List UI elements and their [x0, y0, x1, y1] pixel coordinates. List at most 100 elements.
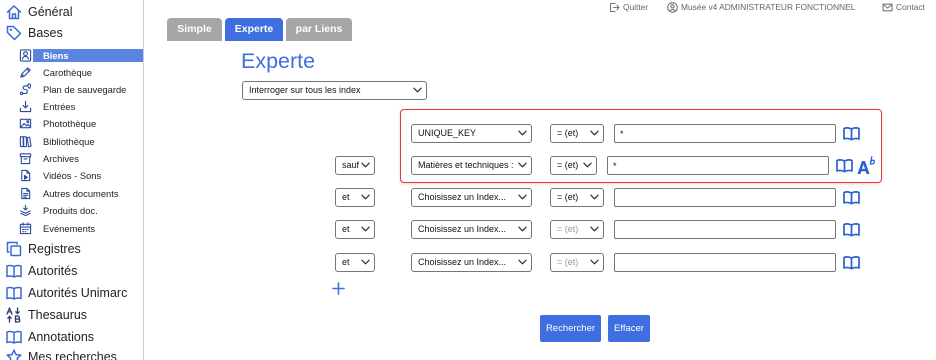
value-input[interactable]: [614, 188, 836, 207]
star-icon: [6, 349, 22, 360]
index-select-value: Choisissez un Index...: [418, 257, 507, 267]
operator-select[interactable]: = (et): [550, 124, 604, 143]
sidebar-item-annotations[interactable]: Annotations: [0, 327, 143, 347]
sidebar-item-registres[interactable]: Registres: [0, 239, 143, 259]
image-icon: [19, 118, 32, 129]
user-circle-icon: [667, 2, 678, 13]
sidebar-item-autres-documents[interactable]: Autres documents: [16, 186, 143, 201]
sidebar-item-phototheque[interactable]: Photothèque: [16, 116, 143, 131]
sidebar-item-label: Vidéos - Sons: [43, 170, 102, 181]
download-icon: [19, 100, 32, 113]
index-select[interactable]: Matières et techniques :: [411, 156, 532, 175]
value-input[interactable]: [614, 253, 836, 272]
criteria-row: et Choisissez un Index... = (et): [330, 220, 882, 239]
sidebar-item-label: Thesaurus: [28, 308, 88, 322]
logout-icon: [609, 2, 620, 13]
index-scope-value: Interroger sur tous les index: [249, 85, 361, 95]
sidebar-item-produits-doc[interactable]: Produits doc.: [16, 203, 143, 218]
book-icon[interactable]: [843, 190, 860, 205]
connector-select[interactable]: et: [335, 188, 375, 207]
sidebar-item-carotheque[interactable]: Carothèque: [16, 65, 143, 80]
chevron-down-icon: [361, 162, 370, 168]
index-select[interactable]: Choisissez un Index...: [411, 188, 532, 207]
sidebar-item-entrees[interactable]: Entrées: [16, 99, 143, 114]
search-button[interactable]: Rechercher: [540, 315, 601, 342]
book-icon[interactable]: [843, 222, 860, 237]
sidebar-item-biens[interactable]: Biens: [16, 48, 143, 63]
user-link[interactable]: Musée v4 ADMINISTRATEUR FONCTIONNEL: [667, 1, 867, 13]
text-format-icon[interactable]: [857, 156, 876, 175]
criteria-row: sauf Matières et techniques : = (et): [330, 156, 882, 175]
chevron-down-icon: [361, 226, 370, 232]
chevron-down-icon: [518, 194, 527, 200]
archive-box-icon: [19, 153, 32, 165]
mail-icon: [882, 3, 893, 12]
sidebar-item-autorites[interactable]: Autorités: [0, 261, 143, 281]
chevron-down-icon: [518, 162, 527, 168]
clear-button[interactable]: Effacer: [608, 315, 650, 342]
connector-select-value: sauf: [342, 160, 359, 170]
pen-tool-icon: [20, 67, 31, 78]
connector-select[interactable]: sauf: [335, 156, 375, 175]
operator-select-value: = (et): [557, 160, 579, 170]
sidebar-item-label: Produits doc.: [43, 205, 98, 216]
operator-select[interactable]: = (et): [550, 253, 604, 272]
copy-icon: [6, 241, 22, 257]
chevron-down-icon: [518, 130, 527, 136]
sidebar-item-general[interactable]: Général: [0, 2, 143, 22]
sidebar-item-label: Autres documents: [43, 188, 119, 199]
value-input[interactable]: [607, 156, 829, 175]
book-icon[interactable]: [843, 126, 860, 141]
sidebar-item-label: Registres: [28, 242, 81, 256]
operator-select-value: = (et): [557, 192, 579, 202]
connector-select-value: et: [342, 257, 350, 267]
sidebar-item-bibliotheque[interactable]: Bibliothèque: [16, 134, 143, 149]
sidebar-item-label: Général: [28, 5, 73, 19]
sidebar-item-bases[interactable]: Bases: [0, 23, 143, 43]
book-icon[interactable]: [836, 158, 853, 173]
chevron-down-icon: [518, 226, 527, 232]
connector-select[interactable]: et: [335, 220, 375, 239]
index-select-value: UNIQUE_KEY: [418, 128, 477, 138]
sidebar-item-label: Entrées: [43, 101, 76, 112]
chevron-down-icon: [590, 259, 599, 265]
sidebar-item-label: Archives: [43, 153, 79, 164]
index-scope-select[interactable]: Interroger sur tous les index: [242, 81, 427, 100]
book-icon: [6, 330, 22, 344]
sidebar-item-autorites-unimarc[interactable]: Autorités Unimarc: [0, 283, 143, 303]
chevron-down-icon: [361, 194, 370, 200]
quit-link[interactable]: Quitter: [609, 1, 654, 13]
contact-label: Contact: [896, 2, 925, 12]
tab-experte[interactable]: Experte: [225, 18, 283, 41]
user-label: Musée v4 ADMINISTRATEUR FONCTIONNEL: [681, 2, 856, 12]
sidebar-item-label: Autorités Unimarc: [28, 286, 128, 300]
sidebar-item-videos-sons[interactable]: Vidéos - Sons: [16, 168, 143, 183]
operator-select-value: = (et): [557, 257, 579, 267]
sidebar-item-evenements[interactable]: Evénements: [16, 221, 143, 236]
tab-simple[interactable]: Simple: [167, 18, 222, 41]
index-select[interactable]: Choisissez un Index...: [411, 220, 532, 239]
index-select-value: Choisissez un Index...: [418, 192, 507, 202]
sidebar-item-label: Plan de sauvegarde: [43, 84, 127, 95]
value-input[interactable]: [614, 124, 836, 143]
value-input[interactable]: [614, 220, 836, 239]
sidebar-item-label: Biens: [33, 49, 143, 62]
operator-select[interactable]: = (et): [550, 220, 604, 239]
plus-icon[interactable]: [332, 282, 345, 295]
operator-select[interactable]: = (et): [550, 156, 597, 175]
contact-link[interactable]: Contact: [882, 1, 932, 13]
sidebar-item-label: Autorités: [28, 264, 78, 278]
tag-icon: [6, 25, 22, 41]
index-select[interactable]: Choisissez un Index...: [411, 253, 532, 272]
connector-select[interactable]: et: [335, 253, 375, 272]
sidebar-item-label: Annotations: [28, 330, 95, 344]
sidebar-item-thesaurus[interactable]: Thesaurus: [0, 305, 143, 325]
operator-select[interactable]: = (et): [550, 188, 604, 207]
sidebar-item-archives[interactable]: Archives: [16, 151, 143, 166]
sidebar-item-mes-recherches[interactable]: Mes recherches: [0, 347, 143, 360]
index-select[interactable]: UNIQUE_KEY: [411, 124, 532, 143]
document-icon: [21, 187, 31, 200]
book-icon[interactable]: [843, 255, 860, 270]
sidebar-item-plan-sauvegarde[interactable]: Plan de sauvegarde: [16, 82, 143, 97]
tab-par-liens[interactable]: par Liens: [286, 18, 352, 41]
